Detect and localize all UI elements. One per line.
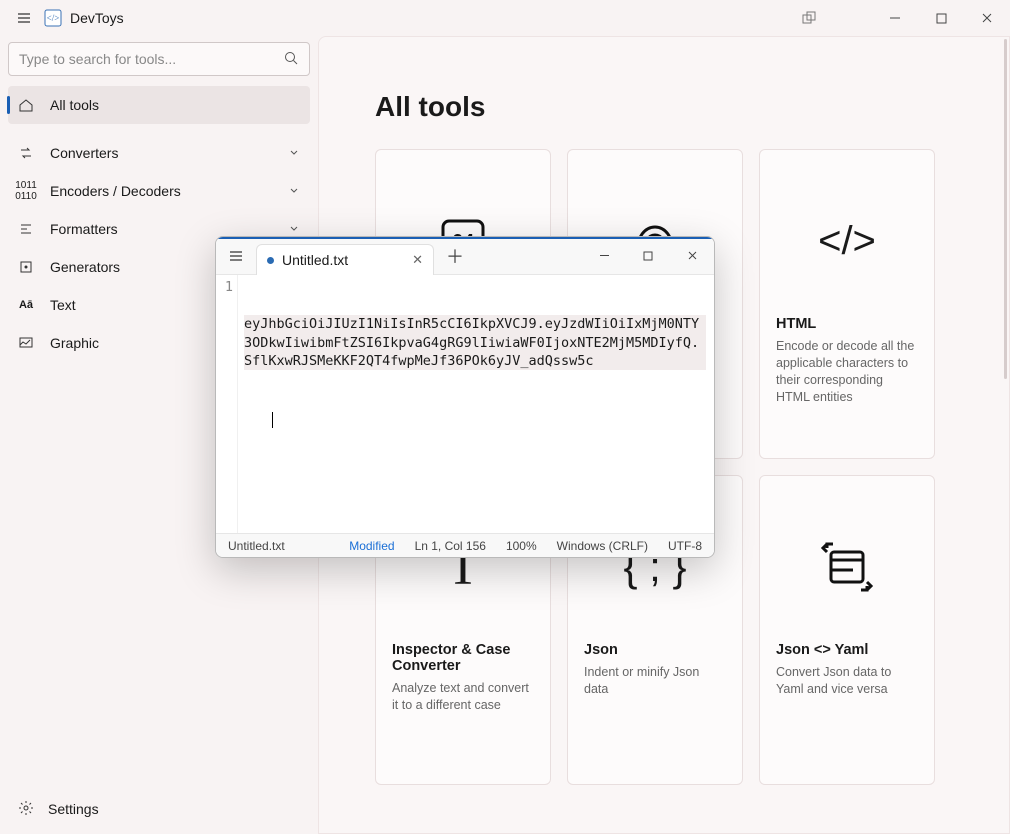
tool-card-json-yaml[interactable]: Json <> Yaml Convert Json data to Yaml a… bbox=[759, 475, 935, 785]
app-logo-title: </> DevToys bbox=[44, 9, 124, 27]
app-title: DevToys bbox=[70, 10, 124, 26]
sidebar-item-converters[interactable]: Converters bbox=[8, 134, 310, 172]
notepad-statusbar: Untitled.txt Modified Ln 1, Col 156 100%… bbox=[216, 533, 714, 557]
sidebar-item-label: Text bbox=[50, 297, 76, 313]
status-filename: Untitled.txt bbox=[228, 539, 285, 553]
sidebar-item-label: Formatters bbox=[50, 221, 118, 237]
notepad-titlebar[interactable]: Untitled.txt ✕ ＋ bbox=[216, 237, 714, 275]
minimize-button[interactable] bbox=[872, 0, 918, 36]
gear-icon bbox=[18, 800, 34, 819]
close-tab-icon[interactable]: ✕ bbox=[412, 252, 423, 268]
sidebar-item-label: Encoders / Decoders bbox=[50, 183, 181, 199]
sidebar-item-encoders[interactable]: 10110110 Encoders / Decoders bbox=[8, 172, 310, 210]
notepad-menu-button[interactable] bbox=[216, 237, 256, 275]
picture-in-picture-button[interactable] bbox=[786, 0, 832, 36]
sidebar-item-settings[interactable]: Settings bbox=[8, 790, 310, 828]
text-icon: Aā bbox=[16, 299, 36, 311]
swap-icon bbox=[776, 492, 918, 642]
tool-card-html[interactable]: </> HTML Encode or decode all the applic… bbox=[759, 149, 935, 459]
card-title: HTML bbox=[776, 316, 918, 332]
notepad-maximize-button[interactable] bbox=[626, 237, 670, 275]
chevron-down-icon bbox=[288, 145, 300, 161]
sidebar-item-label: Generators bbox=[50, 259, 120, 275]
convert-icon bbox=[16, 145, 36, 161]
app-titlebar: </> DevToys bbox=[0, 0, 1010, 36]
status-eol: Windows (CRLF) bbox=[557, 539, 648, 553]
app-logo-icon: </> bbox=[44, 9, 62, 27]
search-icon[interactable] bbox=[283, 50, 299, 69]
card-desc: Convert Json data to Yaml and vice versa bbox=[776, 664, 918, 698]
maximize-button[interactable] bbox=[918, 0, 964, 36]
sidebar-item-all-tools[interactable]: All tools bbox=[8, 86, 310, 124]
status-encoding: UTF-8 bbox=[668, 539, 702, 553]
scrollbar[interactable] bbox=[1004, 39, 1007, 379]
editor-content[interactable]: eyJhbGciOiJIUzI1NiIsInR5cCI6IkpXVCJ9.eyJ… bbox=[238, 275, 714, 533]
card-desc: Indent or minify Json data bbox=[584, 664, 726, 698]
text-cursor bbox=[244, 411, 706, 429]
chevron-down-icon bbox=[288, 183, 300, 199]
generator-icon bbox=[16, 259, 36, 275]
status-position: Ln 1, Col 156 bbox=[415, 539, 486, 553]
formatter-icon bbox=[16, 221, 36, 237]
notepad-close-button[interactable] bbox=[670, 237, 714, 275]
card-title: Json bbox=[584, 642, 726, 658]
card-title: Inspector & Case Converter bbox=[392, 642, 534, 674]
hamburger-button[interactable] bbox=[4, 0, 44, 36]
search-box[interactable] bbox=[8, 42, 310, 76]
status-zoom: 100% bbox=[506, 539, 537, 553]
close-button[interactable] bbox=[964, 0, 1010, 36]
notepad-minimize-button[interactable] bbox=[582, 237, 626, 275]
sidebar-item-label: All tools bbox=[50, 97, 99, 113]
binary-icon: 10110110 bbox=[16, 180, 36, 202]
notepad-window[interactable]: Untitled.txt ✕ ＋ 1 eyJhbGciOiJIUzI1NiIsI… bbox=[215, 236, 715, 558]
editor-text[interactable]: eyJhbGciOiJIUzI1NiIsInR5cCI6IkpXVCJ9.eyJ… bbox=[244, 315, 706, 370]
sidebar-item-label: Converters bbox=[50, 145, 118, 161]
modified-dot-icon bbox=[267, 257, 274, 264]
new-tab-button[interactable]: ＋ bbox=[446, 243, 464, 269]
tab-title: Untitled.txt bbox=[282, 252, 348, 268]
chevron-down-icon bbox=[288, 221, 300, 237]
svg-text:</>: </> bbox=[47, 13, 60, 23]
notepad-tab[interactable]: Untitled.txt ✕ bbox=[256, 244, 434, 276]
line-number-gutter: 1 bbox=[216, 275, 238, 533]
card-title: Json <> Yaml bbox=[776, 642, 918, 658]
graphic-icon bbox=[16, 335, 36, 351]
notepad-editor[interactable]: 1 eyJhbGciOiJIUzI1NiIsInR5cCI6IkpXVCJ9.e… bbox=[216, 275, 714, 533]
page-title: All tools bbox=[375, 91, 953, 123]
html-icon: </> bbox=[776, 166, 918, 316]
sidebar-item-label: Graphic bbox=[50, 335, 99, 351]
status-modified: Modified bbox=[349, 539, 394, 553]
card-desc: Encode or decode all the applicable char… bbox=[776, 338, 918, 406]
settings-label: Settings bbox=[48, 801, 99, 817]
card-desc: Analyze text and convert it to a differe… bbox=[392, 680, 534, 714]
search-input[interactable] bbox=[19, 51, 283, 67]
home-icon bbox=[16, 97, 36, 113]
